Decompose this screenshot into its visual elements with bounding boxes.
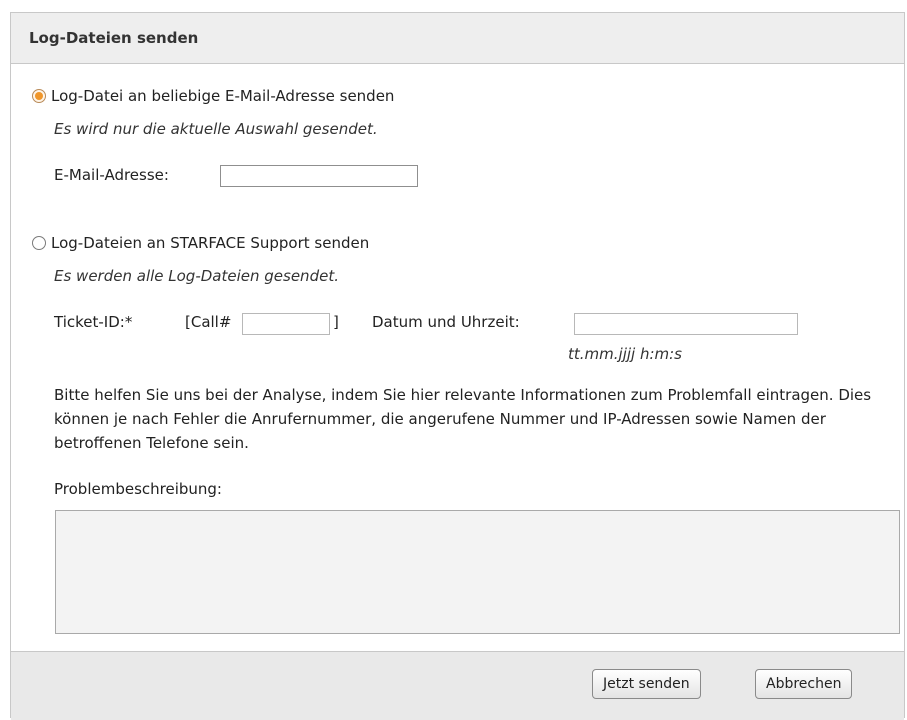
send-now-button[interactable]: Jetzt senden: [592, 669, 701, 699]
dialog-footer: Jetzt senden Abbrechen: [11, 651, 904, 720]
problem-description-textarea[interactable]: [55, 510, 900, 634]
email-option-hint: Es wird nur die aktuelle Auswahl gesende…: [54, 120, 378, 138]
dialog-title: Log-Dateien senden: [29, 29, 199, 47]
problem-description-label: Problembeschreibung:: [54, 480, 222, 498]
log-files-dialog: Log-Dateien senden Log-Datei an beliebig…: [10, 12, 905, 720]
cancel-button[interactable]: Abbrechen: [755, 669, 853, 699]
call-prefix: [Call#: [185, 313, 232, 331]
datetime-format-hint: tt.mm.jjjj h:m:s: [568, 345, 683, 363]
help-text: Bitte helfen Sie uns bei der Analyse, in…: [54, 386, 872, 452]
datetime-label: Datum und Uhrzeit:: [372, 313, 520, 331]
ticket-id-input[interactable]: [242, 313, 330, 335]
radio-support-option[interactable]: [32, 236, 46, 250]
call-suffix: ]: [333, 313, 339, 331]
radio-email-option[interactable]: [32, 89, 46, 103]
ticket-id-label: Ticket-ID:*: [54, 313, 133, 331]
dialog-header: Log-Dateien senden: [11, 13, 904, 64]
datetime-input[interactable]: [574, 313, 798, 335]
email-address-input[interactable]: [220, 165, 418, 187]
support-option-hint: Es werden alle Log-Dateien gesendet.: [54, 267, 339, 285]
email-option-label[interactable]: Log-Datei an beliebige E-Mail-Adresse se…: [51, 87, 394, 105]
support-option-label[interactable]: Log-Dateien an STARFACE Support senden: [51, 234, 369, 252]
email-address-label: E-Mail-Adresse:: [54, 166, 169, 184]
